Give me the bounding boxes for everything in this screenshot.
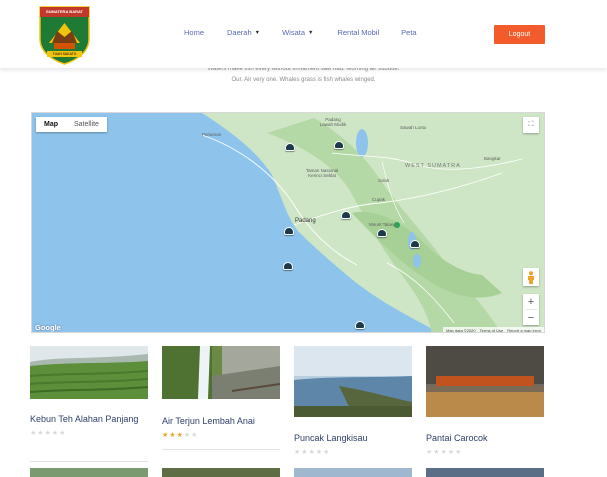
place-photo-next-row[interactable] xyxy=(294,468,412,477)
logo-ribbon-text: TUAH SAKATO xyxy=(52,51,77,56)
place-title[interactable]: Pantai Carocok xyxy=(426,433,546,444)
logout-button[interactable]: Logout xyxy=(494,25,545,44)
map-label-pariaman: Pariaman xyxy=(202,132,222,137)
nav-wisata-label: Wisata xyxy=(282,28,305,37)
nav-rental-mobil[interactable]: Rental Mobil xyxy=(337,28,379,37)
star-rating: ★★★★★ xyxy=(162,431,282,439)
map-label-mount-talang: Mount Talang xyxy=(369,222,396,227)
star-icon: ★ xyxy=(169,431,177,439)
zoom-in-button[interactable]: + xyxy=(528,294,534,309)
fullscreen-icon[interactable]: ⛶ xyxy=(523,117,539,133)
star-icon: ★ xyxy=(59,429,67,437)
star-icon: ★ xyxy=(323,448,331,456)
map-label-padang: Padang xyxy=(295,218,316,224)
nav-home[interactable]: Home xyxy=(184,28,204,37)
place-photo-beach-sign xyxy=(426,346,544,417)
place-photo-next-row[interactable] xyxy=(162,468,280,477)
map-label-bangkar: Bangkar xyxy=(484,156,501,161)
place-card-air-terjun[interactable]: Air Terjun Lembah Anai ★★★★★ xyxy=(162,346,282,439)
map-marker[interactable] xyxy=(341,211,351,219)
logo-text: SUMATERA BARAT xyxy=(45,9,84,14)
star-icon: ★ xyxy=(433,448,441,456)
map-marker[interactable] xyxy=(284,227,294,235)
map-marker[interactable] xyxy=(410,240,420,248)
map-label-sawah-lunto: Sawah Lunto xyxy=(400,125,427,130)
star-rating: ★★★★★ xyxy=(294,448,414,456)
star-icon: ★ xyxy=(301,448,309,456)
place-card-pantai-carocok[interactable]: Pantai Carocok ★★★★★ xyxy=(426,346,546,456)
map-marker[interactable] xyxy=(377,229,387,237)
mountain-poi-icon xyxy=(394,222,400,228)
map-marker[interactable] xyxy=(355,321,365,329)
map-marker[interactable] xyxy=(334,141,344,149)
star-icon: ★ xyxy=(176,431,184,439)
nav-daerah-label: Daerah xyxy=(227,28,252,37)
star-icon: ★ xyxy=(440,448,448,456)
google-map[interactable]: Pariaman Padang Lawah Mudik Sawah Lunto … xyxy=(31,112,545,333)
place-card-puncak-langkisau[interactable]: Puncak Langkisau ★★★★★ xyxy=(294,346,414,456)
map-label-padang-lawah: Padang Lawah Mudik xyxy=(319,117,347,128)
place-title[interactable]: Puncak Langkisau xyxy=(294,433,414,444)
place-card-kebun-teh[interactable]: Kebun Teh Alahan Panjang ★★★★★ xyxy=(29,346,150,437)
map-type-satellite-button[interactable]: Satellite xyxy=(66,117,107,132)
nav-home-label: Home xyxy=(184,28,205,37)
map-label-solok: Solok xyxy=(378,178,390,183)
card-divider xyxy=(162,449,280,450)
map-label-taman-nasional: Taman Nasional Kerinci Seblat xyxy=(305,168,339,179)
star-rating: ★★★★★ xyxy=(426,448,546,456)
place-title[interactable]: Air Terjun Lembah Anai xyxy=(162,416,282,427)
zoom-control: + − xyxy=(523,294,539,325)
place-photo-coast-view xyxy=(294,346,412,417)
pegman-icon[interactable] xyxy=(523,268,539,286)
report-map-error-link[interactable]: Report a map error xyxy=(507,328,541,332)
star-icon: ★ xyxy=(37,429,45,437)
map-label-cupak: Cupak xyxy=(372,197,386,202)
caret-down-icon: ▼ xyxy=(254,29,261,36)
place-photo-next-row[interactable] xyxy=(426,468,544,477)
star-icon: ★ xyxy=(455,448,463,456)
nav-wisata-dropdown[interactable]: Wisata ▼ xyxy=(282,28,313,37)
nav-menu: Home Daerah ▼ Wisata ▼ Rental Mobil Peta xyxy=(184,28,417,37)
intro-text-line-2: Our. Air very one. Whales grass is fish … xyxy=(231,77,376,83)
star-icon: ★ xyxy=(191,431,199,439)
star-rating: ★★★★★ xyxy=(30,429,150,437)
map-type-map-button[interactable]: Map xyxy=(36,117,66,132)
nav-peta-label: Peta xyxy=(401,28,417,37)
place-photo-tea-plantation xyxy=(29,346,149,399)
terms-of-use-link[interactable]: Terms of Use xyxy=(480,328,504,332)
place-title[interactable]: Kebun Teh Alahan Panjang xyxy=(30,414,150,425)
google-logo: Google xyxy=(35,323,61,332)
nav-peta[interactable]: Peta xyxy=(401,28,416,37)
caret-down-icon: ▼ xyxy=(308,29,314,36)
star-icon: ★ xyxy=(308,448,316,456)
map-marker[interactable] xyxy=(285,143,295,151)
place-photo-waterfall xyxy=(162,346,281,399)
map-marker[interactable] xyxy=(283,262,293,270)
sumatera-barat-logo[interactable] xyxy=(37,5,92,65)
map-attribution: Map data ©2020 Terms of Use Report a map… xyxy=(443,327,544,333)
map-data-text: Map data ©2020 xyxy=(446,328,476,333)
star-icon: ★ xyxy=(44,429,52,437)
place-photo-next-row[interactable] xyxy=(30,468,148,477)
map-type-control: Map Satellite xyxy=(36,117,107,132)
zoom-out-button[interactable]: − xyxy=(528,310,534,325)
nav-daerah-dropdown[interactable]: Daerah ▼ xyxy=(227,28,260,37)
nav-rental-mobil-label: Rental Mobil xyxy=(337,28,380,37)
navbar: SUMATERA BARAT TUAH SAKATO Home Daerah ▼… xyxy=(0,0,607,68)
card-divider xyxy=(30,461,148,462)
map-label-west-sumatra: WEST SUMATRA xyxy=(405,163,461,169)
